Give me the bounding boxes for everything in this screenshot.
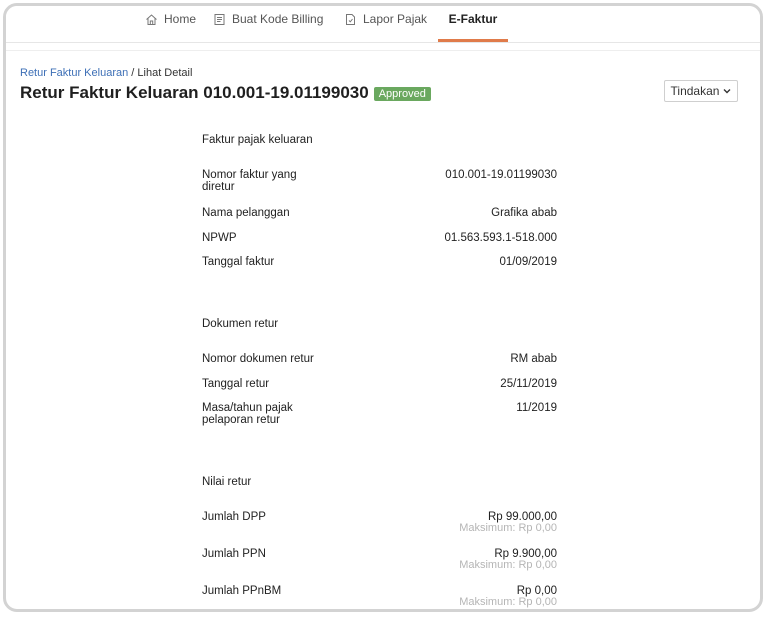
value-tanggal-faktur: 01/09/2019 <box>499 256 557 268</box>
section-title-dokumen: Dokumen retur <box>202 318 279 330</box>
label-nama-pelanggan: Nama pelanggan <box>202 207 290 219</box>
value-nomor-faktur: 010.001-19.01199030 <box>445 169 557 181</box>
label-jumlah-dpp: Jumlah DPP <box>202 511 266 523</box>
label-jumlah-ppn: Jumlah PPN <box>202 548 266 560</box>
max-jumlah-ppnbm: Maksimum: Rp 0,00 <box>459 596 557 608</box>
label-npwp: NPWP <box>202 232 237 244</box>
section-title-faktur: Faktur pajak keluaran <box>202 134 313 146</box>
value-tanggal-retur: 25/11/2019 <box>500 378 557 390</box>
app-window: Home Buat Kode Billing Lapor Pajak E-Fak… <box>3 3 763 612</box>
value-nama-pelanggan: Grafika abab <box>491 207 557 219</box>
label-nomor-faktur: Nomor faktur yang diretur <box>202 169 297 193</box>
value-masa-pajak: 11/2019 <box>516 402 557 414</box>
label-jumlah-ppnbm: Jumlah PPnBM <box>202 585 282 597</box>
label-masa-pajak: Masa/tahun pajak pelaporan retur <box>202 402 293 426</box>
label-tanggal-faktur: Tanggal faktur <box>202 256 275 268</box>
label-nomor-dokumen: Nomor dokumen retur <box>202 353 314 365</box>
section-title-nilai: Nilai retur <box>202 476 252 488</box>
max-jumlah-ppn: Maksimum: Rp 0,00 <box>459 559 557 571</box>
max-jumlah-dpp: Maksimum: Rp 0,00 <box>459 522 557 534</box>
detail-content: Faktur pajak keluaran Nomor faktur yang … <box>6 6 760 609</box>
label-tanggal-retur: Tanggal retur <box>202 378 270 390</box>
value-nomor-dokumen: RM abab <box>510 353 557 365</box>
value-npwp: 01.563.593.1-518.000 <box>444 232 557 244</box>
